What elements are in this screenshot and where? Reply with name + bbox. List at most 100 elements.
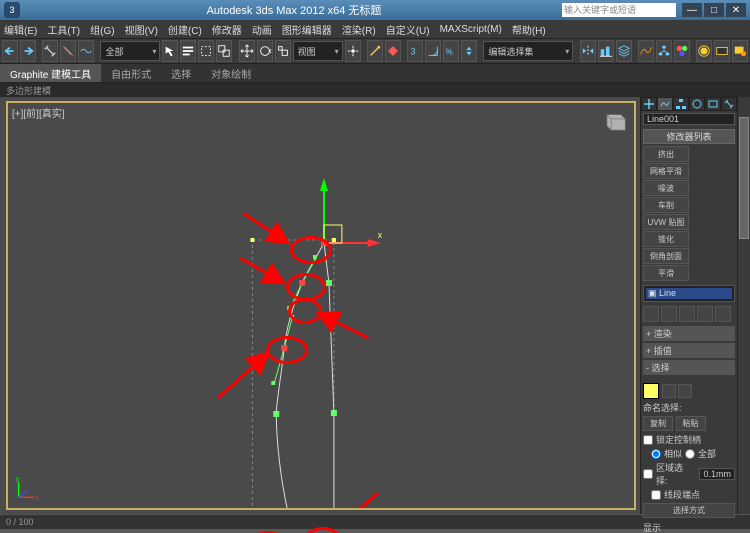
pivot-center-button[interactable]	[345, 40, 361, 62]
title-bar: 3 Autodesk 3ds Max 2012 x64 无标题 输入关键字或短语…	[0, 0, 750, 20]
segment-end-checkbox[interactable]	[651, 490, 661, 500]
bind-spacewarp-button[interactable]	[78, 40, 94, 62]
menu-render[interactable]: 渲染(R)	[342, 22, 376, 37]
paste-selection-button[interactable]: 粘贴	[676, 416, 706, 431]
rollout-selection[interactable]: - 选择	[643, 360, 735, 375]
menu-tools[interactable]: 工具(T)	[47, 22, 80, 37]
svg-text:x: x	[378, 230, 383, 240]
menu-help[interactable]: 帮助(H)	[512, 22, 546, 37]
preset-bevelprofile[interactable]: 倒角剖面	[643, 248, 689, 264]
ribbon-tab-selection[interactable]: 选择	[161, 64, 201, 82]
svg-text:x: x	[35, 495, 39, 502]
keyframe-toggle-button[interactable]	[385, 40, 401, 62]
area-value-field[interactable]: 0.1mm	[699, 468, 735, 480]
menu-create[interactable]: 创建(C)	[168, 22, 202, 37]
all-radio[interactable]	[685, 449, 695, 459]
vertex-subobject-swatch[interactable]	[643, 383, 659, 399]
schematic-view-button[interactable]	[656, 40, 672, 62]
ribbon-tab-graphite[interactable]: Graphite 建模工具	[0, 64, 101, 82]
cmd-tab-create[interactable]	[641, 97, 657, 111]
spinner-snap-button[interactable]	[461, 40, 477, 62]
menu-edit[interactable]: 编辑(E)	[4, 22, 37, 37]
ribbon-tab-freeform[interactable]: 自由形式	[101, 64, 161, 82]
modifier-stack[interactable]: ▣ Line	[643, 285, 735, 302]
copy-selection-button[interactable]: 复制	[643, 416, 673, 431]
select-button[interactable]	[162, 40, 178, 62]
named-selection-dropdown[interactable]: 编辑选择集	[483, 41, 573, 61]
scale-button[interactable]	[275, 40, 291, 62]
cmd-tab-utilities[interactable]	[721, 97, 737, 111]
select-by-name-button[interactable]	[180, 40, 196, 62]
close-button[interactable]: ✕	[726, 3, 746, 17]
preset-noise[interactable]: 噪波	[643, 180, 689, 196]
angle-snap-button[interactable]	[425, 40, 441, 62]
area-select-checkbox[interactable]	[643, 469, 653, 479]
menu-custom[interactable]: 自定义(U)	[386, 22, 430, 37]
segment-subobject-icon[interactable]	[662, 384, 676, 398]
annotation-ellipse	[290, 236, 332, 264]
layer-manager-button[interactable]	[616, 40, 632, 62]
maximize-button[interactable]: □	[704, 3, 724, 17]
menu-anim[interactable]: 动画	[252, 22, 272, 37]
cmd-tab-modify[interactable]	[657, 97, 673, 111]
preset-extrude[interactable]: 挤出	[643, 146, 689, 162]
object-name-field[interactable]: Line001	[643, 113, 735, 125]
menu-view[interactable]: 视图(V)	[125, 22, 158, 37]
preset-uvwmap[interactable]: UVW 贴图	[643, 214, 689, 230]
cmd-tab-display[interactable]	[705, 97, 721, 111]
align-button[interactable]	[598, 40, 614, 62]
rect-select-button[interactable]	[198, 40, 214, 62]
help-search-input[interactable]: 输入关键字或短语	[562, 3, 676, 17]
modifier-list-dropdown[interactable]: 修改器列表	[643, 129, 735, 144]
configure-sets-icon[interactable]	[715, 306, 731, 322]
select-by-button[interactable]: 选择方式	[643, 503, 735, 518]
show-end-result-icon[interactable]	[661, 306, 677, 322]
rollout-render[interactable]: + 渲染	[643, 326, 735, 341]
remove-modifier-icon[interactable]	[697, 306, 713, 322]
lock-handles-checkbox[interactable]	[643, 435, 653, 445]
render-frame-button[interactable]	[714, 40, 730, 62]
spline-content: x	[8, 103, 634, 508]
cmd-tab-motion[interactable]	[689, 97, 705, 111]
similar-radio[interactable]	[651, 449, 661, 459]
window-crossing-button[interactable]	[216, 40, 232, 62]
preset-smooth[interactable]: 平滑	[643, 265, 689, 281]
command-panel-scrollbar[interactable]	[737, 97, 750, 514]
menu-grapheditor[interactable]: 图形编辑器	[282, 22, 332, 37]
rotate-button[interactable]	[257, 40, 273, 62]
snap-toggle-button[interactable]: 3	[407, 40, 423, 62]
manipulate-button[interactable]	[367, 40, 383, 62]
minimize-button[interactable]: —	[682, 3, 702, 17]
redo-button[interactable]	[20, 40, 36, 62]
render-button[interactable]	[732, 40, 748, 62]
rollout-interpolation[interactable]: + 插值	[643, 343, 735, 358]
cmd-tab-hierarchy[interactable]	[673, 97, 689, 111]
link-button[interactable]	[42, 40, 58, 62]
selection-filter-dropdown[interactable]: 全部	[100, 41, 160, 61]
preset-meshsmooth[interactable]: 网格平滑	[643, 163, 689, 179]
modifier-preset-buttons: 挤出 网格平滑 噪波 车削 UVW 贴图 锥化 倒角剖面 平滑	[643, 146, 735, 281]
material-editor-button[interactable]	[674, 40, 690, 62]
pin-stack-icon[interactable]	[643, 306, 659, 322]
percent-snap-button[interactable]: %	[443, 40, 459, 62]
make-unique-icon[interactable]	[679, 306, 695, 322]
unlink-button[interactable]	[60, 40, 76, 62]
spline-subobject-icon[interactable]	[678, 384, 692, 398]
menu-modifier[interactable]: 修改器	[212, 22, 242, 37]
menu-maxscript[interactable]: MAXScript(M)	[440, 24, 502, 35]
stack-item-line[interactable]: ▣ Line	[646, 288, 732, 299]
ref-coord-dropdown[interactable]: 视图	[293, 41, 343, 61]
menu-group[interactable]: 组(G)	[90, 22, 114, 37]
mirror-button[interactable]	[580, 40, 596, 62]
viewport[interactable]: [+][前][真实] x	[6, 101, 636, 510]
scrollbar-thumb[interactable]	[739, 117, 749, 239]
move-button[interactable]	[239, 40, 255, 62]
render-setup-button[interactable]	[696, 40, 712, 62]
svg-text:%: %	[446, 48, 453, 57]
ribbon-tab-objectpaint[interactable]: 对象绘制	[201, 64, 261, 82]
undo-button[interactable]	[2, 40, 18, 62]
preset-taper[interactable]: 锥化	[643, 231, 689, 247]
curve-editor-button[interactable]	[638, 40, 654, 62]
preset-lathe[interactable]: 车削	[643, 197, 689, 213]
ribbon-subpanel[interactable]: 多边形建模	[0, 83, 750, 97]
